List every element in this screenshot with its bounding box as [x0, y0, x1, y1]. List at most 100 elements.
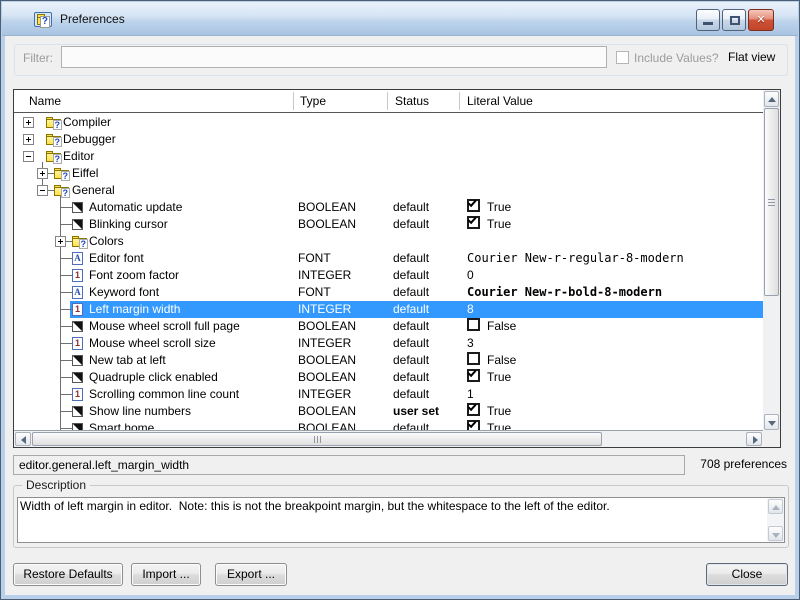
- font-icon: A: [72, 252, 83, 265]
- tree-row[interactable]: 1Mouse wheel scroll sizeINTEGERdefault3: [14, 335, 763, 352]
- tree-row[interactable]: ?Colors: [14, 233, 763, 250]
- value-text: 1: [467, 386, 474, 403]
- expand-toggle[interactable]: [23, 117, 34, 128]
- folder-icon: ?: [46, 134, 61, 145]
- arrow-left-icon: [21, 436, 26, 444]
- value-checkbox[interactable]: [467, 199, 480, 212]
- description-box[interactable]: Width of left margin in editor. Note: th…: [17, 497, 785, 543]
- value-checkbox[interactable]: [467, 352, 480, 365]
- tree-row[interactable]: ?General: [14, 182, 763, 199]
- row-label: Mouse wheel scroll size: [89, 335, 216, 352]
- column-separator[interactable]: [387, 92, 388, 110]
- title-bar[interactable]: ? Preferences ✕: [2, 2, 798, 36]
- tree-row[interactable]: AEditor fontFONTdefaultCourier New-r-reg…: [14, 250, 763, 267]
- scroll-left-button[interactable]: [15, 432, 31, 446]
- column-header-name[interactable]: Name: [29, 94, 61, 108]
- horizontal-scroll-thumb[interactable]: [32, 432, 602, 446]
- column-header-type[interactable]: Type: [300, 94, 326, 108]
- maximize-button[interactable]: [722, 9, 746, 31]
- expand-toggle[interactable]: [23, 134, 34, 145]
- include-values-checkbox[interactable]: [616, 51, 629, 64]
- row-label: General: [72, 182, 115, 199]
- expand-toggle[interactable]: [23, 151, 34, 162]
- thumb-grip: [320, 436, 321, 443]
- value-text: Courier New-r-bold-8-modern: [467, 284, 662, 301]
- row-label: Blinking cursor: [89, 216, 168, 233]
- type-cell: FONT: [298, 250, 331, 267]
- integer-icon: 1: [72, 269, 83, 282]
- value-text: True: [487, 369, 511, 386]
- value-checkbox[interactable]: [467, 403, 480, 416]
- column-header-literal-value[interactable]: Literal Value: [467, 94, 533, 108]
- status-cell: default: [393, 267, 429, 284]
- tree-row[interactable]: Quadruple click enabledBOOLEANdefaultTru…: [14, 369, 763, 386]
- status-cell: default: [393, 250, 429, 267]
- plus-glyph: [60, 239, 61, 244]
- boolean-icon: [72, 202, 83, 213]
- tree-row[interactable]: Blinking cursor BOOLEAN default True: [14, 216, 763, 233]
- type-cell: BOOLEAN: [298, 369, 356, 386]
- tree-row[interactable]: ?Eiffel: [14, 165, 763, 182]
- expand-toggle[interactable]: [55, 236, 66, 247]
- value-checkbox[interactable]: [467, 318, 480, 331]
- column-separator[interactable]: [293, 92, 294, 110]
- value-text: True: [487, 216, 511, 233]
- scroll-up-button[interactable]: [768, 499, 783, 514]
- thumb-grip: [317, 436, 318, 443]
- thumb-grip: [768, 205, 775, 206]
- value-checkbox[interactable]: [467, 216, 480, 229]
- flat-view-button[interactable]: Flat view: [728, 50, 775, 64]
- boolean-icon: [72, 355, 83, 366]
- value-cell: True: [467, 369, 480, 382]
- question-mark: ?: [53, 120, 63, 130]
- tree-row[interactable]: 1Left margin widthINTEGERdefault8: [14, 301, 763, 318]
- scroll-up-button[interactable]: [764, 91, 779, 107]
- tree-row[interactable]: ?Editor: [14, 148, 763, 165]
- app-icon: ?: [34, 12, 52, 27]
- question-mark: ?: [61, 171, 71, 181]
- tree-row[interactable]: 1Scrolling common line countINTEGERdefau…: [14, 386, 763, 403]
- tree-dash: [60, 377, 72, 378]
- scroll-down-button[interactable]: [768, 526, 783, 541]
- status-cell: default: [393, 216, 429, 233]
- tree-row[interactable]: ?Debugger: [14, 131, 763, 148]
- expand-toggle[interactable]: [37, 185, 48, 196]
- expand-toggle[interactable]: [37, 168, 48, 179]
- thumb-grip: [768, 199, 775, 200]
- restore-defaults-button[interactable]: Restore Defaults: [13, 563, 123, 586]
- value-checkbox[interactable]: [467, 369, 480, 382]
- tree-row[interactable]: AKeyword fontFONTdefaultCourier New-r-bo…: [14, 284, 763, 301]
- type-cell: BOOLEAN: [298, 216, 356, 233]
- tree-row[interactable]: Show line numbersBOOLEANuser setTrue: [14, 403, 763, 420]
- minimize-icon: [703, 22, 713, 25]
- column-header-status[interactable]: Status: [395, 94, 429, 108]
- row-label: Quadruple click enabled: [89, 369, 218, 386]
- close-window-button[interactable]: ✕: [748, 9, 774, 31]
- row-label: Editor font: [89, 250, 144, 267]
- include-values-label: Include Values?: [634, 51, 719, 65]
- tree-dash: [60, 394, 72, 395]
- vertical-scrollbar[interactable]: [763, 90, 780, 431]
- tree-row[interactable]: ?Compiler: [14, 114, 763, 131]
- maximize-icon: [730, 16, 740, 25]
- close-button[interactable]: Close: [706, 563, 788, 586]
- tree-row[interactable]: Mouse wheel scroll full pageBOOLEANdefau…: [14, 318, 763, 335]
- tree-row[interactable]: Automatic updateBOOLEANdefaultTrue: [14, 199, 763, 216]
- minimize-button[interactable]: [696, 9, 720, 31]
- value-text: 3: [467, 335, 474, 352]
- row-label: New tab at left: [89, 352, 166, 369]
- export-button[interactable]: Export ...: [215, 563, 287, 586]
- scroll-down-button[interactable]: [764, 414, 779, 430]
- row-label: Colors: [89, 233, 124, 250]
- column-separator[interactable]: [459, 92, 460, 110]
- scroll-right-button[interactable]: [746, 432, 762, 446]
- description-scrollbar[interactable]: [767, 498, 784, 542]
- type-cell: BOOLEAN: [298, 403, 356, 420]
- status-cell: default: [393, 199, 429, 216]
- import-button[interactable]: Import ...: [131, 563, 201, 586]
- tree-row[interactable]: 1Font zoom factorINTEGERdefault0: [14, 267, 763, 284]
- vertical-scroll-thumb[interactable]: [764, 108, 779, 296]
- filter-input[interactable]: [61, 46, 607, 68]
- tree-row[interactable]: New tab at leftBOOLEANdefaultFalse: [14, 352, 763, 369]
- horizontal-scrollbar[interactable]: [14, 430, 763, 447]
